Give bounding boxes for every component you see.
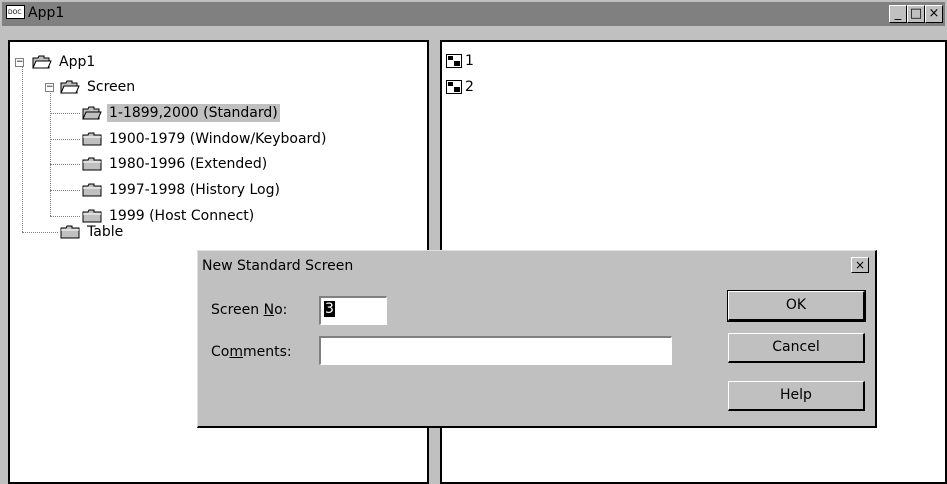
tree-node-screen[interactable]: Screen [60, 78, 137, 96]
open-folder-icon [60, 80, 80, 94]
tree-node-window-keyboard[interactable]: 1900-1979 (Window/Keyboard) [82, 130, 328, 148]
comments-label: Comments: [211, 344, 292, 360]
comments-label-mnemonic: m [229, 344, 243, 360]
tree-line [22, 232, 58, 233]
comments-label-text: Co [211, 344, 230, 360]
screen-no-label-text-end: o: [274, 302, 288, 318]
tree-line [50, 88, 51, 216]
list-item[interactable]: 2 [446, 79, 474, 95]
tree-node-extended[interactable]: 1980-1996 (Extended) [82, 155, 269, 173]
tree-line [50, 113, 80, 114]
title-bar[interactable]: DOC App1 _ □ × [2, 2, 945, 26]
svg-text:DOC: DOC [8, 9, 22, 16]
folder-icon [60, 225, 80, 239]
tree-line [50, 139, 80, 140]
tree-node-label: 1900-1979 (Window/Keyboard) [109, 131, 327, 147]
screen-no-value: 3 [324, 301, 335, 317]
cancel-button[interactable]: Cancel [728, 333, 865, 363]
tree-node-history-log[interactable]: 1997-1998 (History Log) [82, 181, 282, 199]
dialog-close-button[interactable]: × [851, 257, 869, 273]
doc-icon: DOC [6, 5, 25, 22]
folder-icon [82, 209, 102, 223]
tree-node-label: 1999 (Host Connect) [109, 208, 255, 224]
folder-icon [82, 183, 102, 197]
help-button[interactable]: Help [728, 381, 865, 411]
list-item-label: 1 [465, 53, 474, 69]
open-folder-icon [82, 106, 102, 120]
tree-line [22, 62, 23, 232]
screen-icon [446, 54, 462, 68]
tree-node-table[interactable]: Table [60, 223, 125, 241]
tree-node-label: Table [87, 224, 124, 240]
screen-icon [446, 80, 462, 94]
tree-node-standard[interactable]: 1-1899,2000 (Standard) [82, 104, 280, 122]
comments-input[interactable] [319, 336, 672, 365]
dialog-title: New Standard Screen [202, 258, 354, 274]
collapse-screen-toggle[interactable]: − [45, 83, 54, 92]
tree-line [50, 164, 80, 165]
list-item[interactable]: 1 [446, 53, 474, 69]
close-button[interactable]: × [925, 5, 943, 23]
tree-node-label: App1 [59, 54, 96, 70]
folder-icon [82, 132, 102, 146]
ok-button[interactable]: OK [727, 290, 866, 322]
screen-no-label-mnemonic: N [263, 302, 275, 318]
open-folder-icon [32, 55, 52, 69]
tree-line [50, 190, 80, 191]
collapse-app1-toggle[interactable]: − [15, 58, 24, 67]
tree-node-label: 1-1899,2000 (Standard) [107, 104, 280, 122]
app-window: DOC App1 _ □ × − App1 − Screen 1-1899,20… [0, 0, 947, 484]
window-title: App1 [28, 5, 65, 21]
screen-no-label: Screen No: [211, 302, 287, 318]
folder-icon [82, 157, 102, 171]
screen-no-label-text: Screen [211, 302, 264, 318]
tree-node-label: 1980-1996 (Extended) [109, 156, 268, 172]
tree-node-label: Screen [87, 79, 136, 95]
minimize-button[interactable]: _ [889, 5, 907, 23]
tree-line [50, 216, 80, 217]
tree-node-label: 1997-1998 (History Log) [109, 182, 280, 198]
screen-no-input[interactable]: 3 [319, 296, 387, 325]
tree-node-app1[interactable]: App1 [32, 53, 97, 71]
list-item-label: 2 [465, 79, 474, 95]
maximize-button[interactable]: □ [907, 5, 925, 23]
comments-label-text-end: ments: [242, 344, 292, 360]
new-standard-screen-dialog: New Standard Screen × Screen No: 3 Comme… [197, 250, 877, 428]
